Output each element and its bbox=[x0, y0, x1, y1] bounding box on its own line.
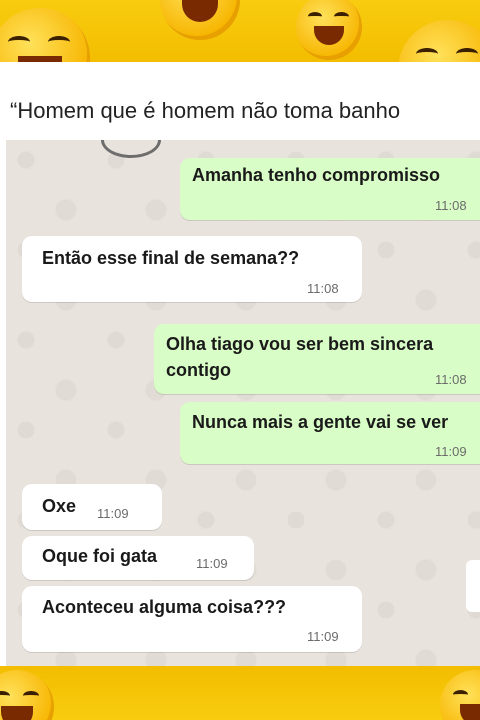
message-time: 11:09 bbox=[307, 629, 339, 644]
message-time: 11:09 bbox=[97, 506, 129, 521]
laughing-emoji-icon bbox=[0, 8, 90, 62]
message-bubble-outgoing[interactable]: Nunca mais a gente vai se ver 11:09 bbox=[180, 402, 480, 464]
message-time: 11:08 bbox=[435, 372, 467, 387]
laughing-emoji-icon bbox=[0, 670, 54, 720]
message-text: Oxe bbox=[42, 496, 77, 516]
partial-bubble bbox=[466, 560, 480, 612]
message-time: 11:08 bbox=[435, 198, 467, 213]
top-emoji-band bbox=[0, 0, 480, 62]
message-text: Então esse final de semana?? bbox=[42, 248, 300, 268]
message-bubble-incoming[interactable]: Então esse final de semana?? 11:08 bbox=[22, 236, 362, 302]
message-bubble-incoming[interactable]: Oque foi gata 11:09 bbox=[22, 536, 254, 580]
message-text: Oque foi gata bbox=[42, 546, 158, 566]
message-bubble-outgoing[interactable]: Amanha tenho compromisso 11:08 bbox=[180, 158, 480, 220]
laughing-emoji-icon bbox=[160, 0, 240, 40]
laughing-emoji-icon bbox=[398, 20, 480, 62]
chat-screenshot: Amanha tenho compromisso 11:08 Então ess… bbox=[6, 140, 480, 666]
message-text: Aconteceu alguma coisa??? bbox=[42, 597, 287, 617]
laughing-emoji-icon bbox=[296, 0, 362, 60]
message-time: 11:09 bbox=[196, 556, 228, 571]
message-time: 11:09 bbox=[435, 444, 467, 459]
laughing-emoji-icon bbox=[440, 670, 480, 720]
message-bubble-incoming[interactable]: Oxe 11:09 bbox=[22, 484, 162, 530]
message-text: Amanha tenho compromisso bbox=[192, 165, 441, 185]
message-text: Olha tiago vou ser bem sincera bbox=[166, 334, 434, 354]
message-bubble-incoming[interactable]: Aconteceu alguma coisa??? 11:09 bbox=[22, 586, 362, 652]
message-bubble-outgoing[interactable]: Olha tiago vou ser bem sincera contigo 1… bbox=[154, 324, 480, 394]
message-text: contigo bbox=[166, 360, 231, 380]
post-caption: “Homem que é homem não toma banho bbox=[10, 98, 401, 123]
message-time: 11:08 bbox=[307, 281, 339, 296]
bottom-emoji-band bbox=[0, 666, 480, 720]
message-text: Nunca mais a gente vai se ver bbox=[192, 412, 449, 432]
